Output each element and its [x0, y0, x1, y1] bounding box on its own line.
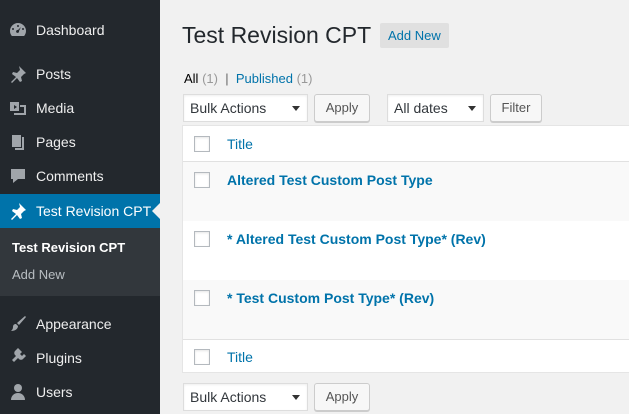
- row-title-link[interactable]: * Test Custom Post Type* (Rev): [227, 289, 434, 307]
- media-icon: [10, 102, 26, 115]
- bulk-actions-select-bottom[interactable]: Bulk Actions: [183, 383, 308, 411]
- chevron-down-icon: [292, 106, 300, 111]
- row-title-link[interactable]: * Altered Test Custom Post Type* (Rev): [227, 230, 486, 248]
- row-title-link[interactable]: Altered Test Custom Post Type: [227, 171, 433, 189]
- column-footer-title[interactable]: Title: [227, 348, 253, 366]
- comment-icon: [11, 169, 25, 183]
- apply-button-bottom[interactable]: Apply: [314, 383, 370, 411]
- sidebar-item-label: Appearance: [36, 316, 112, 332]
- sidebar-item-pages[interactable]: Pages: [0, 125, 160, 159]
- pages-icon: [12, 135, 24, 150]
- sidebar-item-appearance[interactable]: Appearance: [0, 307, 160, 341]
- column-header-title[interactable]: Title: [227, 135, 253, 153]
- bulk-actions-value: Bulk Actions: [190, 100, 267, 116]
- plug-icon: [12, 348, 26, 362]
- table-header-row: Title: [183, 126, 629, 162]
- page-title: Test Revision CPT: [182, 22, 372, 48]
- bulk-actions-value: Bulk Actions: [190, 389, 267, 405]
- filter-published[interactable]: Published: [236, 71, 293, 86]
- sidebar-item-posts[interactable]: Posts: [0, 57, 160, 91]
- select-all-checkbox[interactable]: [194, 136, 210, 152]
- sidebar-item-test-revision-cpt[interactable]: Test Revision CPT: [0, 194, 160, 228]
- add-new-button[interactable]: Add New: [380, 23, 449, 48]
- sidebar-item-label: Pages: [36, 134, 76, 150]
- dashboard-icon: [10, 23, 26, 36]
- posts-table: Title Altered Test Custom Post Type * Al…: [182, 125, 629, 373]
- sidebar-item-label: Users: [36, 384, 73, 400]
- table-row: Altered Test Custom Post Type: [183, 162, 629, 221]
- sidebar-item-label: Posts: [36, 66, 72, 82]
- table-footer-row: Title: [183, 339, 629, 373]
- submenu-item-all[interactable]: Test Revision CPT: [12, 239, 125, 257]
- apply-button-top[interactable]: Apply: [314, 94, 370, 122]
- sidebar-item-label: Comments: [36, 168, 104, 184]
- row-checkbox[interactable]: [194, 172, 210, 188]
- sidebar-item-label: Dashboard: [36, 22, 105, 38]
- table-row: * Test Custom Post Type* (Rev): [183, 280, 629, 339]
- filter-published-count: (1): [296, 71, 313, 86]
- date-filter-select[interactable]: All dates: [387, 94, 484, 122]
- sidebar-submenu: Test Revision CPT Add New: [0, 228, 160, 296]
- submenu-item-add-new[interactable]: Add New: [12, 266, 65, 284]
- filter-all[interactable]: All: [184, 71, 198, 86]
- sidebar-item-users[interactable]: Users: [0, 375, 160, 409]
- admin-sidebar: Dashboard Posts Media Pages Comments Tes…: [0, 0, 160, 414]
- sidebar-item-media[interactable]: Media: [0, 91, 160, 125]
- sidebar-item-comments[interactable]: Comments: [0, 159, 160, 193]
- bulk-actions-select-top[interactable]: Bulk Actions: [183, 94, 308, 122]
- chevron-down-icon: [292, 395, 300, 400]
- sidebar-item-label: Plugins: [36, 350, 82, 366]
- pin-icon: [11, 203, 26, 220]
- sidebar-item-plugins[interactable]: Plugins: [0, 341, 160, 375]
- status-filters: All (1) | Published (1): [184, 70, 312, 87]
- date-filter-value: All dates: [394, 100, 448, 116]
- filter-separator: |: [225, 71, 229, 86]
- sidebar-item-label: Test Revision CPT: [36, 203, 152, 219]
- row-checkbox[interactable]: [194, 290, 210, 306]
- row-checkbox[interactable]: [194, 231, 210, 247]
- select-all-checkbox-footer[interactable]: [194, 349, 210, 365]
- sidebar-item-label: Media: [36, 100, 75, 116]
- filter-all-count: (1): [202, 71, 218, 86]
- pin-icon: [11, 66, 26, 83]
- user-icon: [11, 384, 25, 400]
- filter-button[interactable]: Filter: [490, 94, 542, 122]
- table-row: * Altered Test Custom Post Type* (Rev): [183, 221, 629, 280]
- sidebar-item-dashboard[interactable]: Dashboard: [0, 13, 160, 47]
- chevron-down-icon: [468, 106, 476, 111]
- paintbrush-icon: [11, 316, 26, 331]
